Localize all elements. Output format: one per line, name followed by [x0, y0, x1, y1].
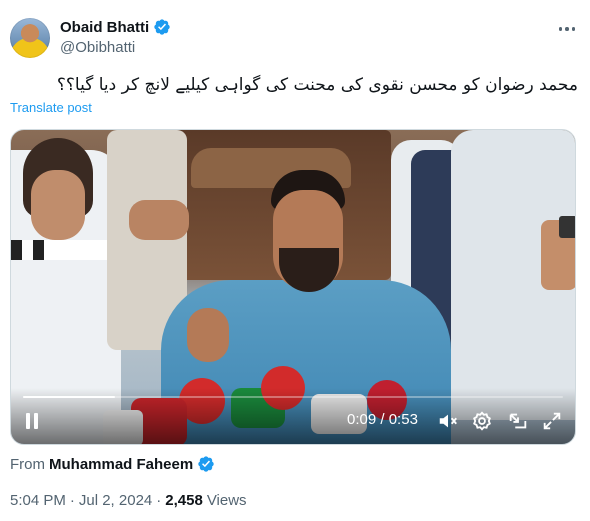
- source-attribution: From Muhammad Faheem: [10, 455, 215, 473]
- time-separator: /: [376, 411, 389, 428]
- avatar[interactable]: [10, 18, 50, 58]
- fullscreen-icon[interactable]: [541, 410, 563, 432]
- author-display-name[interactable]: Obaid Bhatti: [60, 19, 149, 36]
- video-controls: 0:09 / 0:53: [11, 388, 575, 444]
- video-player[interactable]: 0:09 / 0:53: [10, 129, 576, 445]
- author-handle[interactable]: @Obibhatti: [60, 39, 135, 56]
- progress-fill: [23, 396, 115, 398]
- source-name[interactable]: Muhammad Faheem: [49, 456, 193, 473]
- pip-icon[interactable]: [507, 410, 529, 432]
- tweet-text: محمد رضوان کو محسن نقوی کی محنت کی گواہی…: [56, 75, 578, 95]
- post-date[interactable]: Jul 2, 2024: [79, 492, 152, 509]
- translate-post-link[interactable]: Translate post: [10, 100, 92, 115]
- tweet-meta: 5:04 PM · Jul 2, 2024 · 2,458 Views: [10, 492, 247, 509]
- time-display: 0:09 / 0:53: [347, 411, 418, 428]
- pause-icon[interactable]: [25, 413, 41, 433]
- current-time: 0:09: [347, 411, 377, 428]
- more-icon[interactable]: [556, 20, 578, 38]
- meta-separator: ·: [156, 492, 162, 509]
- post-time[interactable]: 5:04 PM: [10, 492, 66, 509]
- from-label: From: [10, 455, 45, 473]
- verified-badge-icon[interactable]: [197, 455, 215, 473]
- duration: 0:53: [388, 411, 418, 428]
- tweet-card: Obaid Bhatti @Obibhatti محمد رضوان کو مح…: [0, 0, 590, 521]
- views-label: Views: [206, 492, 247, 509]
- meta-separator: ·: [69, 492, 75, 509]
- views-count: 2,458: [165, 492, 203, 509]
- author-name-row: Obaid Bhatti: [60, 18, 171, 36]
- settings-icon[interactable]: [471, 410, 493, 432]
- mute-icon[interactable]: [437, 410, 459, 432]
- verified-badge-icon[interactable]: [153, 18, 171, 36]
- progress-bar[interactable]: [23, 396, 563, 398]
